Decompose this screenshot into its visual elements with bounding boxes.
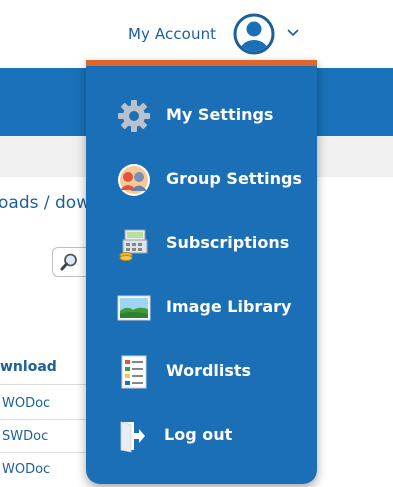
menu-item-label: Subscriptions — [166, 233, 290, 252]
menu-item-wordlists[interactable]: Wordlists — [86, 346, 317, 398]
menu-item-label: My Settings — [166, 105, 274, 124]
menu-item-log-out[interactable]: Log out — [86, 410, 317, 462]
table-cell[interactable]: SWDoc — [2, 429, 48, 444]
landscape-image-icon — [116, 290, 152, 326]
my-account-button[interactable]: My Account — [128, 12, 299, 56]
column-header-download[interactable]: wnload — [0, 359, 57, 375]
menu-item-image-library[interactable]: Image Library — [86, 282, 317, 334]
exit-door-icon — [114, 418, 150, 454]
menu-item-label: Group Settings — [166, 169, 302, 188]
table-cell[interactable]: WODoc — [2, 396, 50, 411]
chevron-down-icon — [284, 24, 302, 42]
menu-item-label: Image Library — [166, 297, 292, 316]
gear-icon — [116, 98, 152, 134]
table-divider — [0, 419, 90, 420]
table-cell[interactable]: WODoc — [2, 462, 50, 477]
menu-item-my-settings[interactable]: My Settings — [86, 90, 317, 142]
group-avatar-icon — [116, 162, 152, 198]
page: My Account oads / down wnload WODoc SWDo… — [0, 0, 393, 487]
user-avatar-icon — [233, 13, 275, 55]
table-divider — [0, 452, 90, 453]
menu-item-group-settings[interactable]: Group Settings — [86, 154, 317, 206]
menu-item-subscriptions[interactable]: Subscriptions — [86, 218, 317, 270]
magnifier-icon[interactable] — [59, 252, 79, 272]
menu-item-label: Log out — [164, 425, 233, 444]
table-divider — [0, 384, 90, 385]
header: My Account — [0, 0, 393, 68]
wordlist-icon — [116, 354, 152, 390]
account-label: My Account — [128, 25, 217, 43]
cash-register-icon — [116, 226, 152, 262]
menu-item-label: Wordlists — [166, 361, 252, 380]
account-dropdown-menu: My Settings Group Settings Subscriptions… — [86, 60, 317, 484]
